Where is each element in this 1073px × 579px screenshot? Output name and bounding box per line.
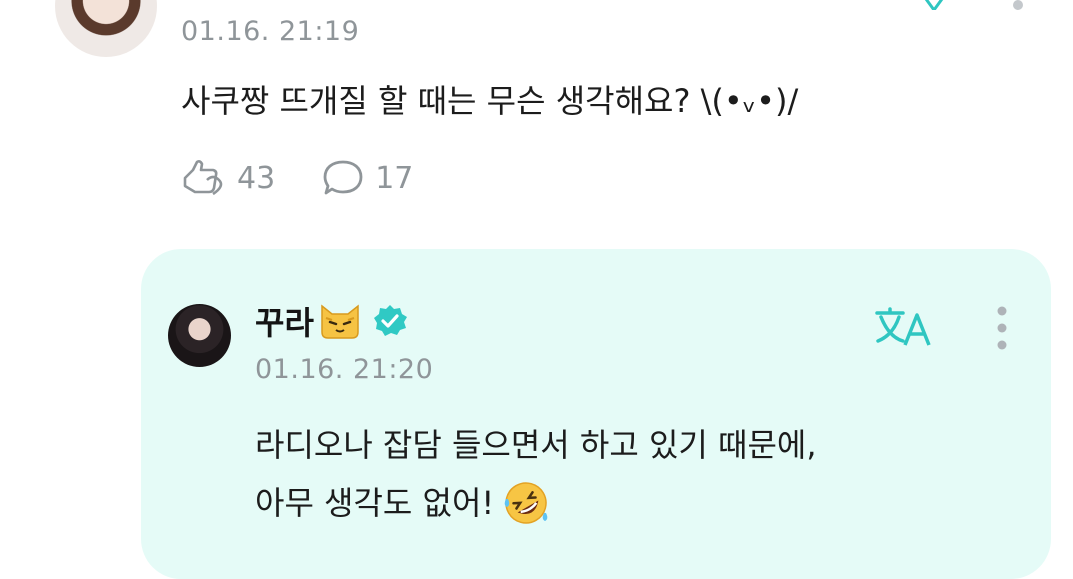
translate-icon[interactable] [916,0,952,10]
like-count: 43 [237,160,276,196]
avatar[interactable] [168,304,231,367]
reply-text-line: 아무 생각도 없어! [255,474,817,532]
more-vertical-icon[interactable] [990,305,1014,351]
more-vertical-icon[interactable] [1013,0,1023,10]
author-name[interactable]: 꾸라 [255,298,314,344]
rolling-laughing-emoji [504,482,548,524]
comment-count: 17 [375,160,414,196]
avatar[interactable] [55,0,157,57]
post-timestamp: 01.16. 21:19 [181,16,360,47]
reply-author-row: 꾸라 [255,298,408,344]
comment-icon [323,160,363,195]
post-text: 사쿠짱 뜨개질 할 때는 무슨 생각해요? \(•ᵥ•)/ [181,82,799,120]
reply-text-content: 아무 생각도 없어! [255,484,495,522]
translate-icon[interactable] [875,307,931,347]
post-actions: 43 17 [181,158,459,198]
like-icon [183,160,223,196]
reply-timestamp: 01.16. 21:20 [255,354,434,385]
reply-text: 라디오나 잡담 들으면서 하고 있기 때문에, 아무 생각도 없어! [255,416,817,532]
like-button[interactable]: 43 [181,158,275,198]
verified-badge-icon [373,305,407,336]
comment-button[interactable]: 17 [321,158,413,198]
cat-emoji [321,304,359,339]
reply-text-line: 라디오나 잡담 들으면서 하고 있기 때문에, [255,426,817,464]
